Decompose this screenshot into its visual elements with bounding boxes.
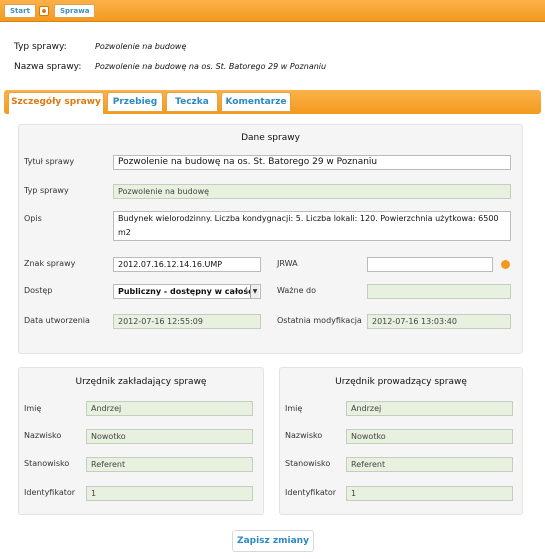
valid-until-label: Ważne do [277,286,317,295]
case-data-title: Dane sprawy [241,133,300,143]
modified-field: 2012-07-16 13:03:40 [367,314,511,329]
case-sign-label: Znak sprawy [24,259,76,268]
case-name-value: Pozwolenie na budowę na os. St. Batorego… [95,62,327,71]
chevron-down-icon: ▼ [250,285,259,298]
tab-szczegoly[interactable]: Szczegóły sprawy [8,92,104,114]
created-field: 2012-07-16 12:55:09 [113,314,261,329]
type-label: Typ sprawy [24,186,69,195]
creator-lastname-label: Nazwisko [24,431,62,440]
description-label: Opis [24,214,42,223]
case-type-value: Pozwolenie na budowę [95,42,187,51]
handler-lastname-label: Nazwisko [285,431,323,440]
breadcrumb-separator-icon [39,6,49,16]
handler-official-title: Urzędnik prowadzący sprawę [335,377,467,387]
valid-until-field [367,284,511,299]
description-textarea[interactable]: Budynek wielorodzinny. Liczba kondygnacj… [113,211,511,241]
tab-komentarze[interactable]: Komentarze [221,92,291,112]
refresh-icon[interactable] [501,260,510,269]
handler-firstname-label: Imię [285,404,303,413]
access-select[interactable]: Publiczny - dostępny w całości ▼ [113,284,261,299]
creator-position-label: Stanowisko [24,459,70,468]
creator-official-title: Urzędnik zakładający sprawę [75,377,207,387]
modified-label: Ostatnia modyfikacja [277,316,362,325]
handler-position-label: Stanowisko [285,459,331,468]
tab-przebieg[interactable]: Przebieg [107,92,163,112]
tab-teczka[interactable]: Teczka [166,92,218,112]
handler-id-label: Identyfikator [285,488,337,497]
jrwa-input[interactable] [367,257,493,272]
breadcrumb-start[interactable]: Start [4,4,36,18]
title-input[interactable]: Pozwolenie na budowę na os. St. Batorego… [113,155,511,170]
type-field: Pozwolenie na budowę [113,184,511,199]
handler-firstname-field: Andrzej [346,401,513,416]
creator-firstname-label: Imię [24,404,42,413]
created-label: Data utworzenia [24,316,90,325]
breadcrumb-sprawa[interactable]: Sprawa [54,4,96,18]
creator-id-field: 1 [86,486,253,501]
save-button[interactable]: Zapisz zmiany [232,530,314,552]
handler-position-field: Referent [346,457,513,472]
creator-lastname-field: Nowotko [86,429,253,444]
creator-firstname-field: Andrzej [86,401,253,416]
access-select-value: Publiczny - dostępny w całości [118,287,256,296]
handler-id-field: 1 [346,486,513,501]
access-label: Dostęp [24,286,53,295]
case-sign-input[interactable]: 2012.07.16.12.14.16.UMP [113,257,261,272]
jrwa-label: JRWA [277,259,298,268]
creator-position-field: Referent [86,457,253,472]
case-name-label: Nazwa sprawy: [14,62,82,72]
title-label: Tytuł sprawy [24,157,75,166]
case-type-label: Typ sprawy: [14,42,67,52]
creator-id-label: Identyfikator [24,488,76,497]
handler-lastname-field: Nowotko [346,429,513,444]
